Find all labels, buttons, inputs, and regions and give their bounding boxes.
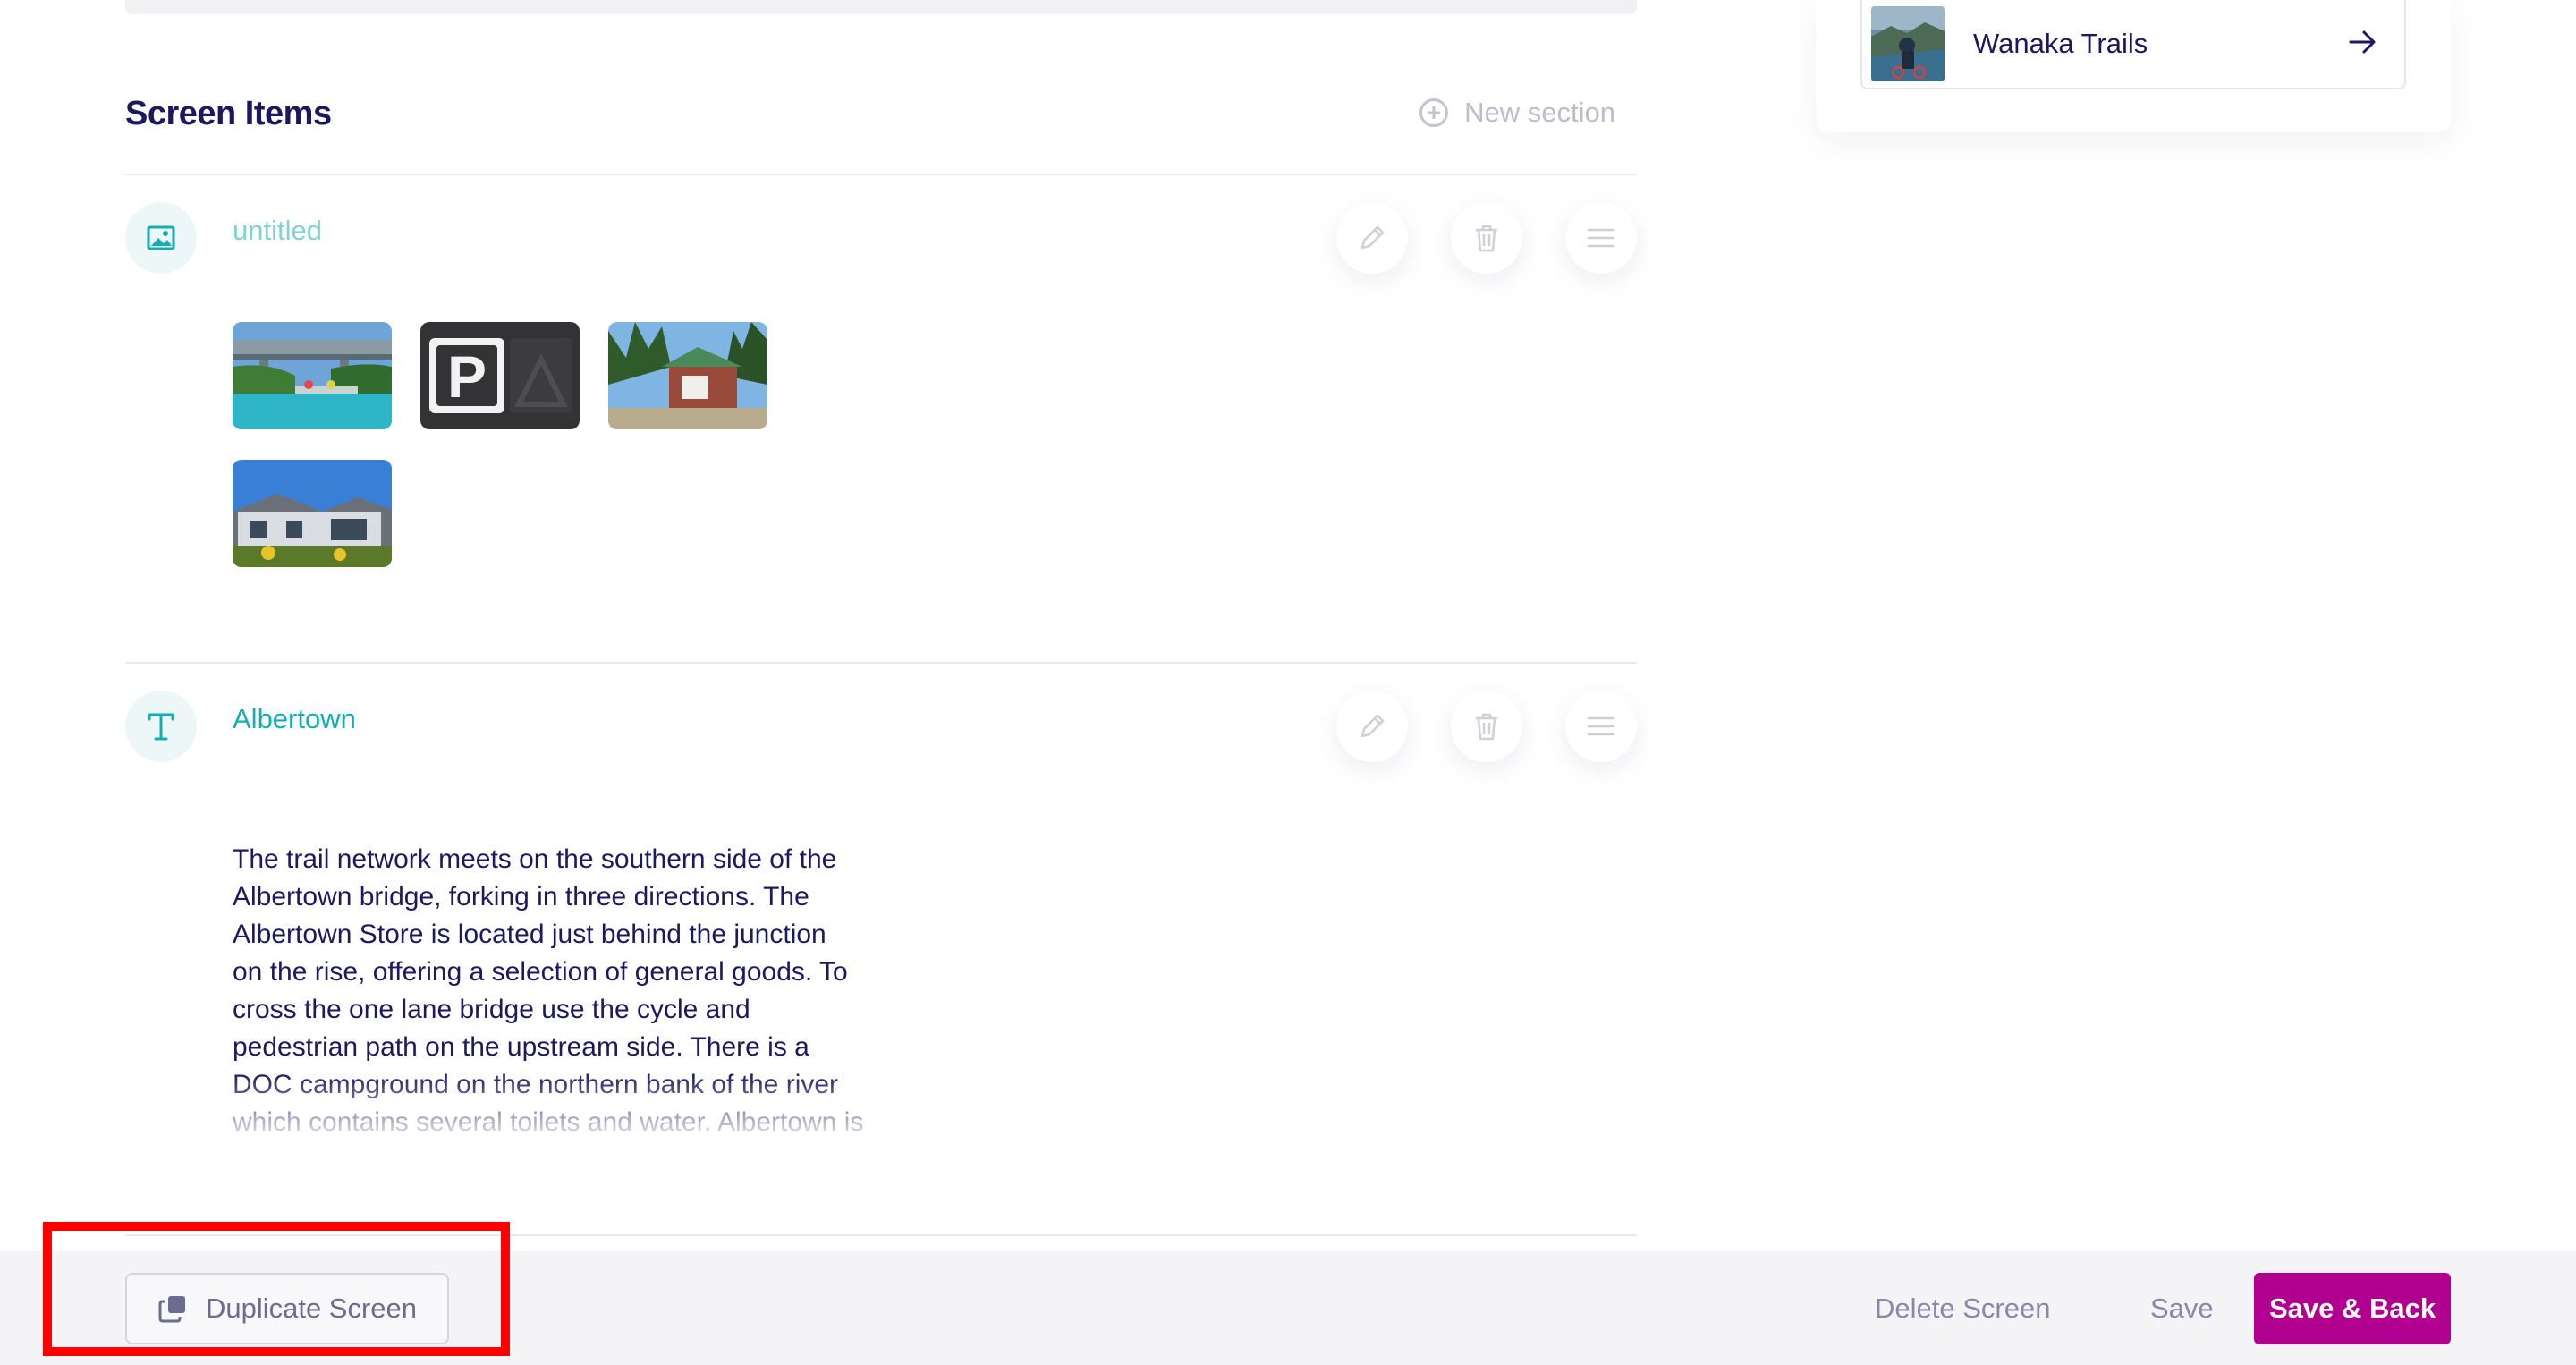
save-button[interactable]: Save (2150, 1293, 2214, 1325)
description-line: The trail network meets on the southern … (233, 844, 837, 874)
description-line: DOC campground on the northern bank of t… (233, 1070, 839, 1099)
description-line: pedestrian path on the upstream side. Th… (233, 1032, 809, 1062)
item-title: untitled (233, 215, 322, 246)
linked-screens-card: Wanaka Trails (1816, 0, 2451, 132)
delete-icon[interactable] (1451, 691, 1522, 762)
edit-icon[interactable] (1336, 202, 1408, 274)
cabin-building-photo[interactable] (608, 322, 767, 429)
new-section-label: New section (1464, 97, 1615, 128)
item-actions (1336, 202, 1637, 274)
save-and-back-button[interactable]: Save & Back (2254, 1273, 2451, 1344)
delete-screen-button[interactable]: Delete Screen (1875, 1293, 2050, 1325)
linked-screen-wanaka-trails[interactable]: Wanaka Trails (1860, 0, 2406, 89)
drag-handle-icon[interactable] (1565, 202, 1637, 274)
previous-section-edge (125, 0, 1637, 14)
text-icon (125, 691, 197, 762)
screen-items-title: Screen Items (125, 95, 332, 132)
item-description: The trail network meets on the southern … (233, 841, 912, 1154)
image-icon (125, 202, 197, 274)
arrow-right-icon[interactable] (2349, 30, 2377, 59)
description-line: cross the one lane bridge use the cycle … (233, 995, 750, 1024)
description-line: Albertown bridge, forking in three direc… (233, 882, 809, 911)
item-actions (1336, 691, 1637, 762)
new-section-button[interactable]: New section (1419, 97, 1615, 129)
screen-items-header: Screen Items New section (125, 88, 1637, 143)
highlight-box (43, 1222, 510, 1356)
svg-text:P: P (447, 343, 487, 410)
item-title: Albertown (233, 703, 356, 734)
screen-item-image-gallery: untitled P (125, 202, 1637, 605)
description-line: on the rise, offering a selection of gen… (233, 957, 848, 987)
divider (125, 174, 1637, 175)
linked-screen-thumbnail (1871, 6, 1945, 81)
parking-sign-photo[interactable]: P (420, 322, 580, 429)
albertown-store-photo[interactable] (233, 460, 392, 567)
plus-circle-icon (1419, 98, 1449, 127)
description-line: Albertown Store is located just behind t… (233, 920, 826, 949)
bridge-river-photo[interactable] (233, 322, 392, 429)
drag-handle-icon[interactable] (1565, 691, 1637, 762)
delete-icon[interactable] (1451, 202, 1522, 274)
linked-screen-label: Wanaka Trails (1973, 28, 2148, 59)
description-line: a quiet rural village, part of Wanaka's … (233, 1141, 912, 1154)
screen-item-text: Albertown The trail network meets on the… (125, 691, 1637, 1154)
description-line: which contains several toilets and water… (233, 1107, 864, 1137)
divider (125, 662, 1637, 664)
edit-icon[interactable] (1336, 691, 1408, 762)
